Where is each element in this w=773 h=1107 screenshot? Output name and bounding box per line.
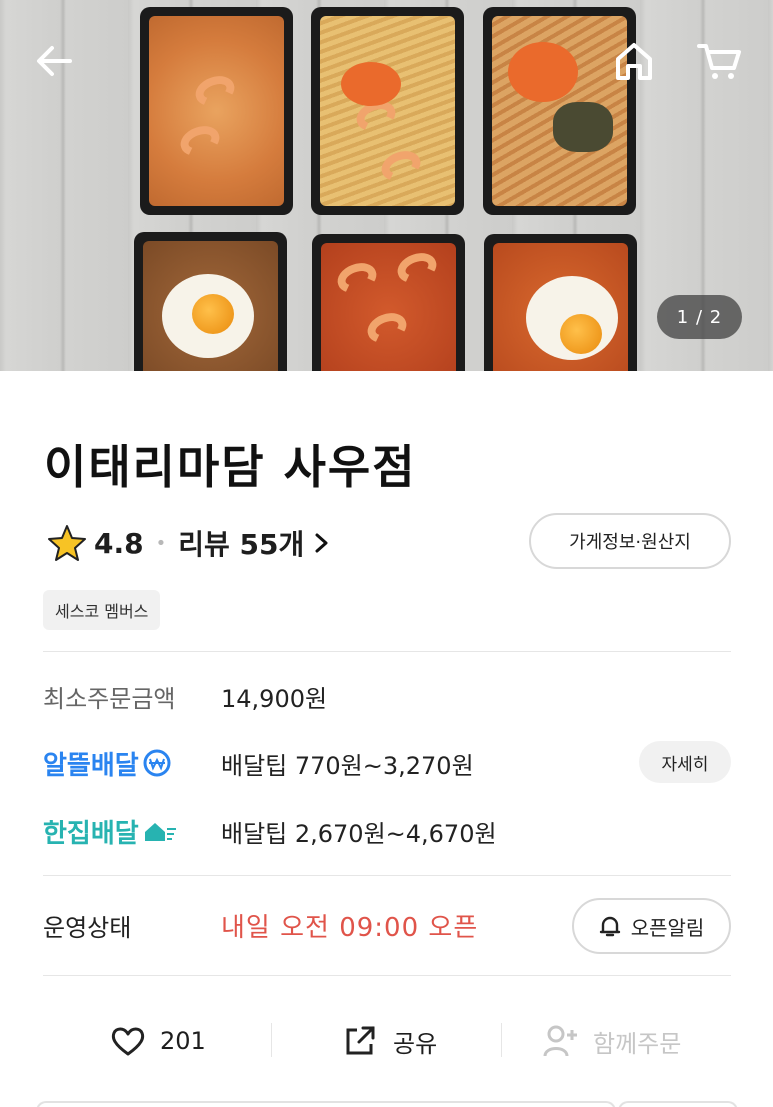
food-tray <box>312 234 465 371</box>
person-add-icon <box>543 1025 577 1057</box>
saver-delivery-label: 알뜰배달 <box>43 750 139 781</box>
saver-delivery-row: 알뜰배달 배달팁 770원~3,270원 <box>43 743 474 783</box>
image-pager: 1 / 2 <box>657 295 742 339</box>
like-button[interactable]: 201 <box>110 1011 206 1071</box>
store-info-button[interactable]: 가게정보·원산지 <box>529 513 731 569</box>
reviews-label: 리뷰 55개 <box>178 528 305 561</box>
operation-status-value: 내일 오전 09:00 오픈 <box>221 912 479 943</box>
delivery-detail-button[interactable]: 자세히 <box>639 741 731 783</box>
home-icon[interactable] <box>612 40 656 82</box>
single-delivery-label: 한집배달 <box>43 818 139 849</box>
rating-row: 4.8 • 리뷰 55개 <box>48 521 330 565</box>
won-coin-icon <box>143 749 171 777</box>
hero-image[interactable]: 1 / 2 <box>0 0 773 371</box>
home-speed-icon <box>144 823 176 841</box>
rating-value: 4.8 <box>94 526 144 560</box>
bottom-tab-edge <box>618 1101 738 1107</box>
min-order-row: 최소주문금액 14,900원 <box>43 676 327 716</box>
saver-delivery-value: 배달팁 770원~3,270원 <box>221 751 474 780</box>
chevron-right-icon <box>315 533 328 553</box>
food-tray <box>134 232 287 371</box>
divider <box>501 1023 502 1057</box>
cart-icon[interactable] <box>696 40 742 82</box>
reviews-link[interactable]: 리뷰 55개 <box>178 523 330 563</box>
open-alarm-label: 오픈알림 <box>630 915 705 940</box>
back-arrow-icon[interactable] <box>34 44 74 78</box>
action-bar: 201 공유 함께주문 <box>0 1011 773 1071</box>
food-tray <box>311 7 464 215</box>
group-order-label: 함께주문 <box>593 1029 682 1058</box>
operation-status-label: 운영상태 <box>43 913 132 942</box>
share-icon <box>346 1026 375 1055</box>
min-order-label: 최소주문금액 <box>43 684 176 713</box>
divider <box>271 1023 272 1057</box>
food-tray <box>140 7 293 215</box>
cesco-members-badge: 세스코 멤버스 <box>43 590 161 630</box>
single-delivery-row: 한집배달 배달팁 2,670원~4,670원 <box>43 811 497 851</box>
min-order-value: 14,900원 <box>221 684 328 713</box>
operation-status-row: 운영상태 내일 오전 09:00 오픈 <box>43 899 478 951</box>
divider <box>43 875 731 876</box>
bottom-tab-edge <box>36 1101 616 1107</box>
share-button[interactable]: 공유 <box>343 1011 437 1071</box>
open-alarm-button[interactable]: 오픈알림 <box>572 898 731 954</box>
share-label: 공유 <box>393 1029 438 1058</box>
store-name: 이태리마담 사우점 <box>44 440 417 494</box>
heart-icon <box>111 1027 145 1056</box>
divider <box>43 975 731 976</box>
food-tray <box>484 234 637 371</box>
star-icon <box>48 525 86 561</box>
divider <box>43 651 731 652</box>
like-count: 201 <box>160 1027 206 1055</box>
single-delivery-value: 배달팁 2,670원~4,670원 <box>221 819 497 848</box>
separator-dot: • <box>155 532 167 554</box>
food-tray <box>483 7 636 215</box>
bell-icon <box>599 916 620 937</box>
store-info-panel: 이태리마담 사우점 4.8 • 리뷰 55개 가게정보·원산지 세스코 멤버스 … <box>0 371 773 1107</box>
group-order-button[interactable]: 함께주문 <box>543 1011 681 1071</box>
